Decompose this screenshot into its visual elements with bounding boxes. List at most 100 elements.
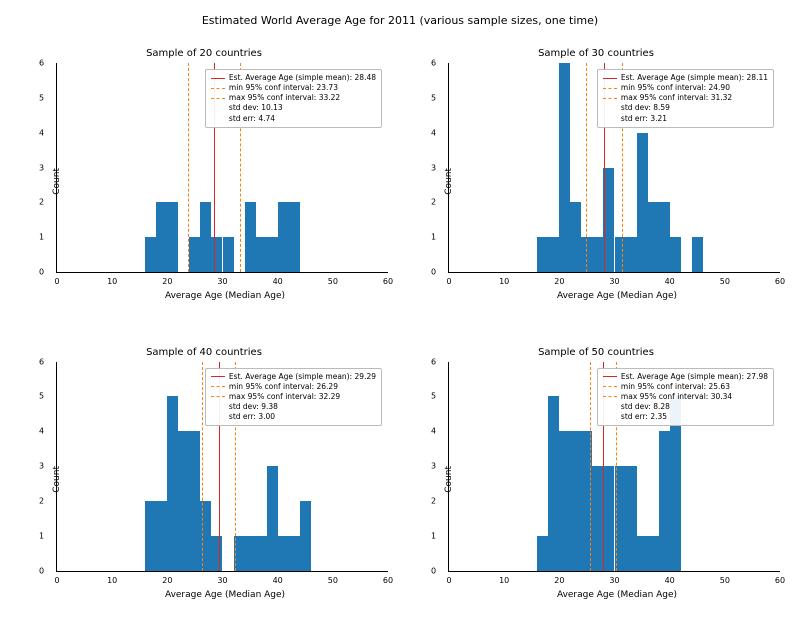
ci-line [188, 63, 189, 272]
figure-title: Estimated World Average Age for 2011 (va… [0, 14, 800, 27]
histogram-bar [300, 501, 311, 571]
legend-row: min 95% conf interval: 25.63 [603, 382, 768, 392]
legend-text: max 95% conf interval: 31.32 [621, 93, 732, 103]
plot-area: Count01020304050600123456Est. Average Ag… [56, 362, 388, 572]
histogram-bar [659, 202, 670, 272]
x-tick: 20 [162, 277, 172, 286]
legend: Est. Average Age (simple mean): 28.48min… [205, 69, 382, 128]
y-tick: 4 [431, 128, 436, 137]
y-tick: 6 [431, 357, 436, 366]
plot-area: Count01020304050600123456Est. Average Ag… [448, 63, 780, 273]
subplot-title: Sample of 30 countries [406, 48, 786, 59]
x-tick: 30 [217, 277, 227, 286]
legend-text: std err: 3.21 [621, 114, 667, 124]
legend-text: Est. Average Age (simple mean): 28.48 [229, 73, 376, 83]
y-tick: 0 [39, 268, 44, 277]
blank-swatch-icon [603, 406, 617, 407]
x-tick: 50 [328, 576, 338, 585]
y-tick: 3 [39, 462, 44, 471]
legend-text: min 95% conf interval: 23.73 [229, 83, 338, 93]
x-tick: 50 [720, 277, 730, 286]
y-tick: 2 [39, 198, 44, 207]
histogram-bar [156, 501, 167, 571]
y-tick: 0 [431, 268, 436, 277]
legend-text: std err: 4.74 [229, 114, 275, 124]
x-tick: 50 [720, 576, 730, 585]
x-tick: 0 [54, 277, 59, 286]
histogram-bar [626, 237, 637, 272]
x-tick: 40 [273, 576, 283, 585]
legend-row: min 95% conf interval: 23.73 [211, 83, 376, 93]
x-tick: 20 [554, 277, 564, 286]
legend-text: std dev: 8.59 [621, 103, 670, 113]
histogram-bar [559, 431, 570, 570]
x-tick: 40 [273, 277, 283, 286]
histogram-bar [267, 237, 278, 272]
legend-text: Est. Average Age (simple mean): 29.29 [229, 372, 376, 382]
histogram-bar [267, 466, 278, 571]
histogram-bar [603, 466, 614, 571]
blank-swatch-icon [211, 406, 225, 407]
legend-row: min 95% conf interval: 26.29 [211, 382, 376, 392]
x-tick: 30 [217, 576, 227, 585]
y-axis-label: Count [444, 466, 454, 493]
histogram-bar [648, 202, 659, 272]
y-tick: 1 [39, 233, 44, 242]
x-tick: 60 [775, 576, 785, 585]
subplot-title: Sample of 40 countries [14, 347, 394, 358]
legend-row: Est. Average Age (simple mean): 28.11 [603, 73, 768, 83]
ci-swatch-icon [603, 98, 617, 99]
legend-row: max 95% conf interval: 33.22 [211, 93, 376, 103]
ci-swatch-icon [603, 88, 617, 89]
y-tick: 5 [431, 392, 436, 401]
y-tick: 4 [39, 427, 44, 436]
blank-swatch-icon [211, 417, 225, 418]
plot-area: Count01020304050600123456Est. Average Ag… [56, 63, 388, 273]
legend-row: std dev: 8.28 [603, 402, 768, 412]
legend-text: std dev: 10.13 [229, 103, 283, 113]
histogram-bar [570, 431, 581, 570]
x-tick: 10 [107, 277, 117, 286]
ci-swatch-icon [603, 386, 617, 387]
histogram-bar [570, 202, 581, 272]
y-tick: 3 [431, 163, 436, 172]
blank-swatch-icon [603, 417, 617, 418]
subplot-title: Sample of 50 countries [406, 347, 786, 358]
y-tick: 6 [39, 357, 44, 366]
histogram-bar [167, 202, 178, 272]
legend-row: Est. Average Age (simple mean): 29.29 [211, 372, 376, 382]
subplot-title: Sample of 20 countries [14, 48, 394, 59]
legend-text: std dev: 9.38 [229, 402, 278, 412]
legend-text: min 95% conf interval: 26.29 [229, 382, 338, 392]
subplot: Sample of 30 countries Count0102030405060… [406, 48, 786, 323]
histogram-bar [211, 536, 222, 571]
subplot: Sample of 40 countries Count0102030405060… [14, 347, 394, 622]
y-axis-label: Count [444, 168, 454, 195]
mean-swatch-icon [603, 376, 617, 377]
y-tick: 3 [431, 462, 436, 471]
histogram-bar [637, 133, 648, 272]
ci-swatch-icon [603, 396, 617, 397]
legend-row: Est. Average Age (simple mean): 28.48 [211, 73, 376, 83]
x-tick: 40 [665, 277, 675, 286]
y-tick: 2 [39, 496, 44, 505]
y-tick: 4 [39, 128, 44, 137]
x-tick: 0 [446, 576, 451, 585]
x-tick: 50 [328, 277, 338, 286]
legend-text: Est. Average Age (simple mean): 28.11 [621, 73, 768, 83]
x-tick: 0 [446, 277, 451, 286]
ci-swatch-icon [211, 396, 225, 397]
y-tick: 5 [39, 392, 44, 401]
legend-text: max 95% conf interval: 33.22 [229, 93, 340, 103]
histogram-bar [178, 431, 189, 570]
legend-text: min 95% conf interval: 24.90 [621, 83, 730, 93]
histogram-bar [592, 237, 603, 272]
legend-row: std err: 3.00 [211, 412, 376, 422]
x-axis-label: Average Age (Median Age) [448, 291, 786, 301]
x-tick: 60 [383, 576, 393, 585]
histogram-bar [189, 237, 200, 272]
histogram-bar [637, 536, 648, 571]
x-tick: 10 [499, 576, 509, 585]
histogram-bar [670, 237, 681, 272]
mean-swatch-icon [211, 78, 225, 79]
